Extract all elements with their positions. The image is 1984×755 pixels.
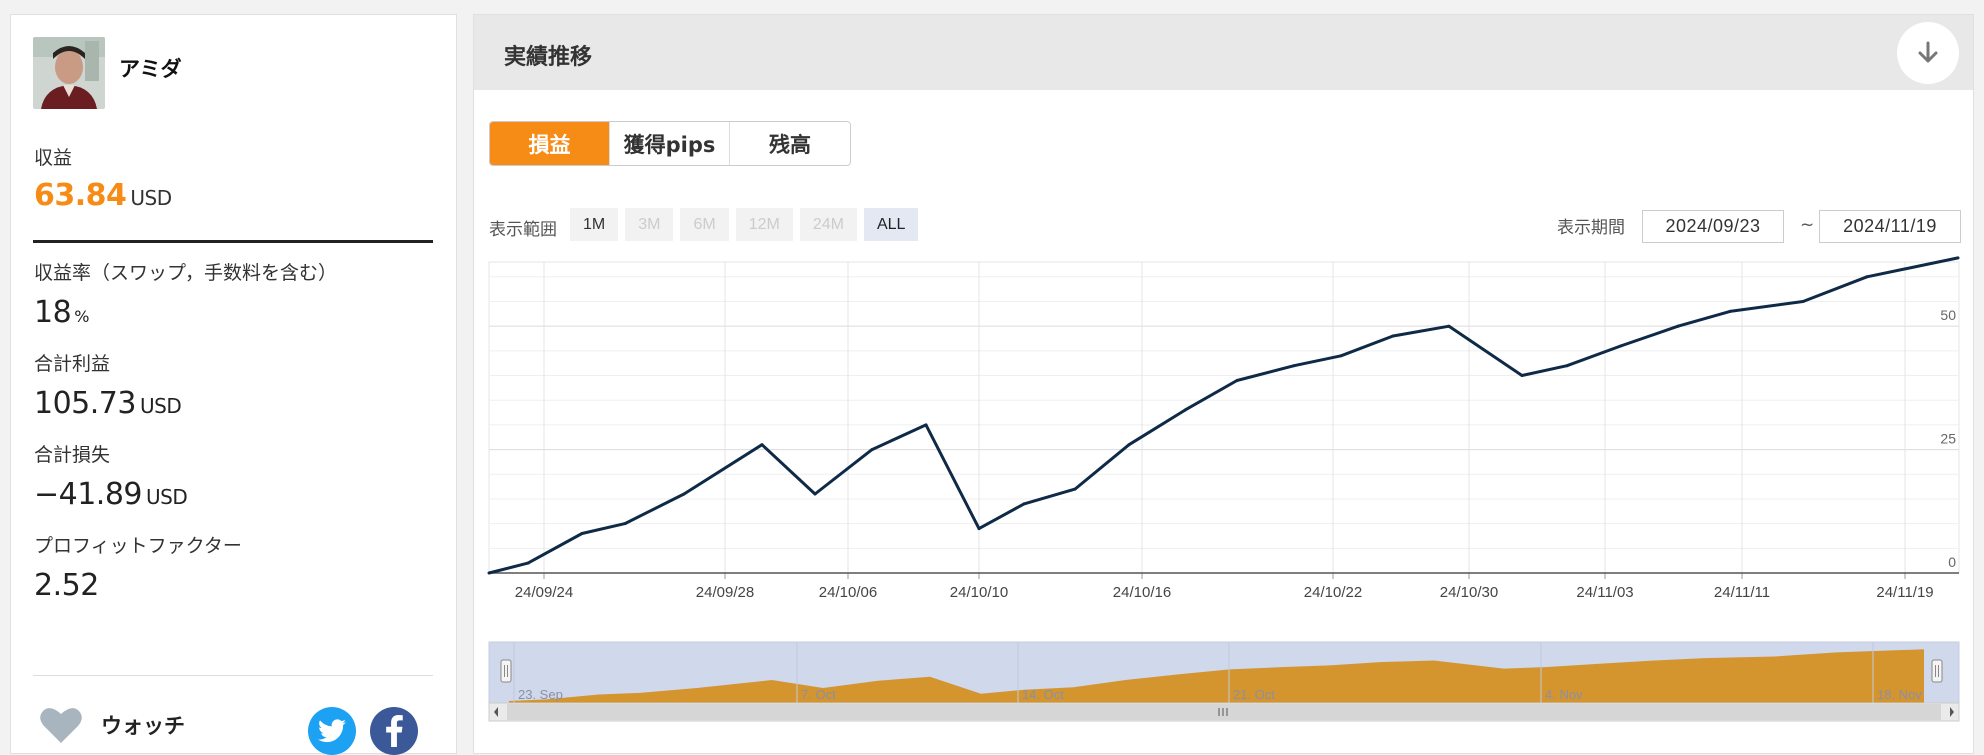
- y-tick-label: 25: [1940, 431, 1956, 447]
- profit-unit: USD: [130, 186, 172, 210]
- total-loss-unit: USD: [146, 485, 188, 509]
- plot-area: [488, 261, 1960, 574]
- data-point: [760, 443, 764, 447]
- navigator-handle[interactable]: [500, 659, 512, 683]
- data-point: [1073, 487, 1077, 491]
- rate-amount: 18: [34, 295, 72, 330]
- navigator-label: 7. Oct: [801, 687, 836, 702]
- x-tick-label: 24/10/16: [1113, 584, 1171, 601]
- data-point: [1565, 364, 1569, 368]
- x-tick-label: 24/10/06: [819, 584, 877, 601]
- total-profit-amount: 105.73: [34, 386, 136, 421]
- username[interactable]: アミダ: [119, 53, 182, 83]
- x-tick-label: 24/11/19: [1876, 584, 1933, 601]
- rate-label: 収益率（スワップ，手数料を含む）: [34, 262, 338, 284]
- data-point: [1865, 275, 1869, 279]
- pnl-line-chart: 24/09/24 24/09/28 24/10/06 24/10/10 24/10/16…: [487, 256, 1960, 722]
- x-tick-label: 24/10/30: [1440, 584, 1498, 601]
- data-point: [1676, 324, 1680, 328]
- x-tick-label: 24/11/03: [1576, 584, 1633, 601]
- divider-light: [33, 675, 433, 676]
- data-point: [1728, 309, 1732, 313]
- profit-value: 63.84 USD: [34, 178, 172, 213]
- profile-header: アミダ: [33, 37, 182, 109]
- data-point: [1391, 334, 1395, 338]
- divider: [33, 240, 433, 243]
- watch-label: ウォッチ: [101, 714, 185, 738]
- total-profit-unit: USD: [139, 394, 182, 418]
- y-tick-label: 50: [1940, 307, 1956, 323]
- profit-factor-value: 2.52: [34, 568, 99, 603]
- data-point: [924, 423, 928, 427]
- heart-icon: [40, 708, 82, 743]
- data-point: [1183, 408, 1187, 412]
- data-point: [1801, 300, 1805, 303]
- data-point: [1447, 324, 1451, 328]
- x-tick-label: 24/10/10: [950, 584, 1008, 601]
- avatar[interactable]: [33, 37, 105, 109]
- twitter-icon: [318, 719, 346, 743]
- scrollbar-thumb: [507, 704, 1941, 720]
- total-loss-value: −41.89 USD: [34, 477, 188, 512]
- data-point: [1235, 379, 1239, 382]
- profit-factor-label: プロフィットファクター: [34, 535, 242, 557]
- navigator-label: 4. Nov: [1545, 687, 1583, 702]
- data-point: [1127, 443, 1131, 447]
- navigator-handle[interactable]: [1931, 659, 1943, 683]
- data-point: [487, 571, 491, 575]
- profit-label: 収益: [34, 147, 73, 169]
- x-tick-label: 24/09/24: [515, 584, 573, 601]
- profit-amount: 63.84: [34, 178, 127, 213]
- rate-value: 18%: [34, 295, 89, 330]
- navigator-label: 21. Oct: [1233, 687, 1275, 702]
- data-point: [1339, 354, 1343, 358]
- data-point: [1619, 344, 1623, 348]
- total-profit-label: 合計利益: [34, 353, 111, 375]
- navigator-label: 14. Oct: [1022, 687, 1064, 702]
- rate-unit: %: [74, 307, 89, 326]
- data-point: [977, 527, 981, 531]
- facebook-icon: [386, 715, 403, 747]
- performance-panel: 実績推移 損益 獲得pips 残高 表示範囲 1M 3M 6M 12M 24M …: [473, 14, 1974, 754]
- data-point: [1520, 374, 1524, 377]
- navigator-label: 18. Nov: [1877, 687, 1922, 702]
- y-tick-label: 0: [1948, 554, 1956, 570]
- watch-button[interactable]: ウォッチ: [39, 705, 185, 745]
- profile-card: アミダ 収益 63.84 USD 収益率（スワップ，手数料を含む） 18% 合計利…: [10, 14, 457, 755]
- data-point: [623, 522, 627, 526]
- data-point: [682, 492, 686, 496]
- x-tick-label: 24/10/22: [1304, 584, 1362, 601]
- data-point: [813, 492, 817, 496]
- data-point: [1956, 256, 1960, 260]
- x-tick-label: 24/09/28: [696, 584, 754, 601]
- navigator-label: 23. Sep: [518, 687, 563, 702]
- data-point: [526, 561, 530, 565]
- data-point: [870, 448, 874, 452]
- data-point: [1022, 502, 1026, 506]
- data-point: [1292, 364, 1296, 368]
- total-loss-amount: −41.89: [34, 477, 143, 512]
- x-tick-label: 24/11/11: [1714, 584, 1770, 601]
- total-profit-value: 105.73 USD: [34, 386, 182, 421]
- total-loss-label: 合計損失: [34, 444, 111, 466]
- data-point: [580, 532, 584, 535]
